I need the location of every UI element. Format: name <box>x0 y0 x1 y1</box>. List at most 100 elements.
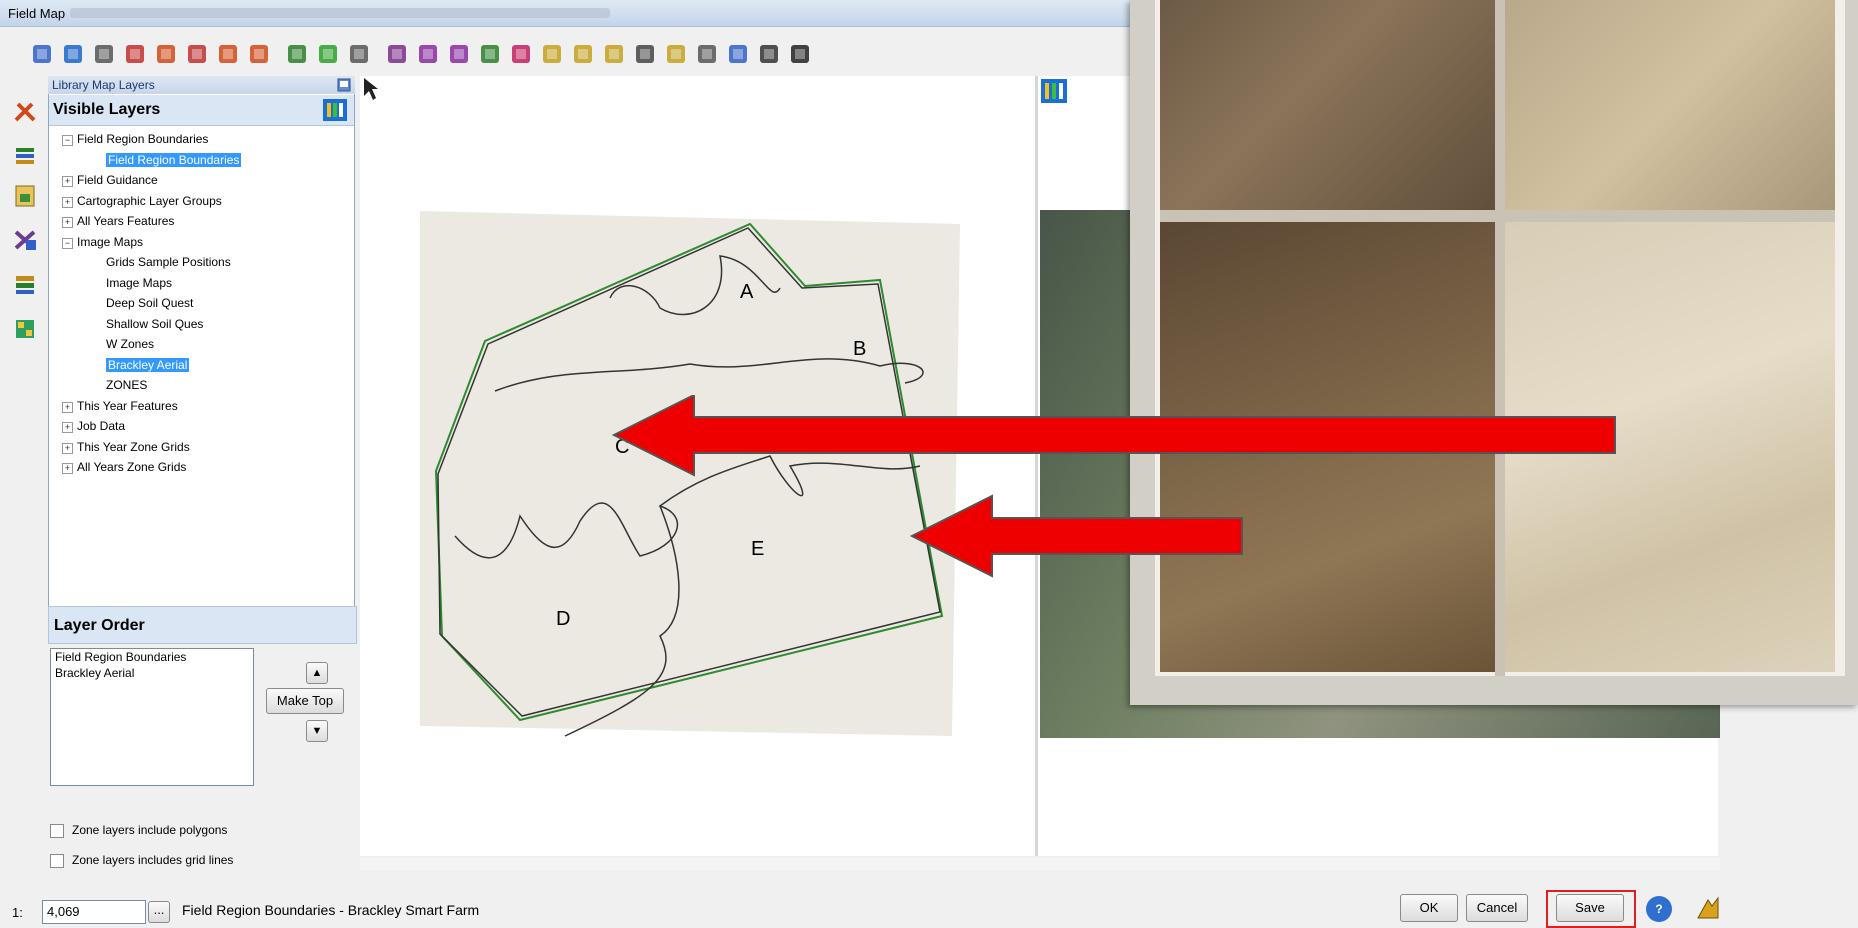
list-item[interactable]: Field Region Boundaries <box>51 649 253 665</box>
fill-icon[interactable] <box>316 42 340 66</box>
collapse-icon[interactable]: − <box>62 135 73 146</box>
print-icon[interactable] <box>92 42 116 66</box>
expand-icon[interactable]: + <box>62 196 73 208</box>
tree-item-label: This Year Zone Grids <box>77 439 190 454</box>
scissors-icon[interactable] <box>12 228 40 252</box>
restore-icon[interactable] <box>337 78 351 92</box>
table-icon[interactable] <box>123 42 147 66</box>
tree-item-label: Field Region Boundaries <box>77 132 209 146</box>
layout-icon[interactable] <box>30 42 54 66</box>
expand-icon[interactable]: + <box>62 217 73 228</box>
expand-icon[interactable]: + <box>62 442 73 454</box>
horizontal-scrollbar[interactable] <box>360 858 1720 870</box>
tree-item-label: Field Region Boundaries <box>106 152 242 167</box>
move-point-icon[interactable] <box>447 42 471 66</box>
tree-item[interactable]: + All Years Zone Grids <box>62 460 186 474</box>
move-up-button[interactable]: ▲ <box>306 662 328 684</box>
wave-tool-icon[interactable] <box>664 42 688 66</box>
zone-grid-lines-checkbox[interactable] <box>50 854 64 868</box>
help-icon[interactable]: ? <box>1646 896 1672 922</box>
user-tool-icon[interactable] <box>602 42 626 66</box>
window-title: Field Map <box>8 6 66 21</box>
tree-item-label: ZONES <box>106 378 148 392</box>
line-tool-icon[interactable] <box>540 42 564 66</box>
scale-input[interactable]: 4,069 <box>42 900 146 924</box>
eraser-icon[interactable] <box>247 42 271 66</box>
collapse-icon[interactable]: − <box>62 237 73 249</box>
exit-icon[interactable] <box>1694 894 1722 922</box>
ok-button[interactable]: OK <box>1400 894 1458 922</box>
zone-polygons-label: Zone layers include polygons <box>72 823 228 837</box>
layer-order-list[interactable]: Field Region Boundaries Brackley Aerial <box>50 648 254 786</box>
visible-layers-header: Visible Layers <box>49 95 354 126</box>
tree-item[interactable]: Image Maps <box>106 276 172 290</box>
target-icon[interactable] <box>385 42 409 66</box>
expand-icon[interactable]: + <box>62 401 73 413</box>
pointer-icon[interactable] <box>788 42 812 66</box>
move-down-button[interactable]: ▼ <box>306 720 328 742</box>
tree-item[interactable]: Grids Sample Positions <box>106 255 231 269</box>
delete-point-icon[interactable] <box>509 42 533 66</box>
tree-item-label: Deep Soil Quest <box>106 296 194 310</box>
tree-item[interactable]: + This Year Features <box>62 399 178 413</box>
map-layer-icon[interactable] <box>285 42 309 66</box>
tree-item[interactable]: − Image Maps <box>62 235 143 249</box>
tree-item[interactable]: Field Region Boundaries <box>106 152 242 167</box>
soil-sample-1 <box>1160 0 1520 210</box>
tree-item[interactable]: Deep Soil Quest <box>106 296 193 310</box>
polygon-tool-icon[interactable] <box>571 42 595 66</box>
check-map-icon[interactable] <box>478 42 502 66</box>
tree-item[interactable]: − Field Region Boundaries <box>62 132 208 146</box>
cancel-button[interactable]: Cancel <box>1466 894 1528 922</box>
tree-item[interactable]: + This Year Zone Grids <box>62 440 190 454</box>
grid-icon[interactable] <box>12 316 40 340</box>
library-header-label: Library Map Layers <box>52 78 155 92</box>
search-zoom-icon[interactable] <box>347 42 371 66</box>
layer-color-icon[interactable] <box>1040 78 1068 104</box>
library-header: Library Map Layers <box>48 76 355 94</box>
pointer-icon[interactable] <box>360 76 380 102</box>
tree-item[interactable]: Shallow Soil Ques <box>106 317 203 331</box>
add-point-icon[interactable] <box>416 42 440 66</box>
expand-icon[interactable]: + <box>62 176 73 187</box>
save-button[interactable]: Save <box>1556 894 1624 922</box>
arrow-overlays <box>611 395 1616 578</box>
zoom-out-icon[interactable] <box>216 42 240 66</box>
stack-icon[interactable] <box>12 272 40 296</box>
layer-color-icon[interactable] <box>322 98 348 122</box>
tree-item[interactable]: + Field Guidance <box>62 173 158 187</box>
scale-picker-button[interactable]: ... <box>148 901 170 923</box>
save-icon[interactable] <box>61 42 85 66</box>
make-top-button[interactable]: Make Top <box>266 688 344 714</box>
tree-item-label: Job Data <box>77 419 126 433</box>
tree-item-label: W Zones <box>106 337 155 351</box>
tree-item[interactable]: ZONES <box>106 378 147 392</box>
tree-item[interactable]: + Job Data <box>62 419 125 433</box>
tree-item[interactable]: W Zones <box>106 337 154 351</box>
document-icon[interactable] <box>12 184 40 208</box>
layer-order-header: Layer Order <box>48 606 357 644</box>
blurred-title-info <box>70 8 610 18</box>
expand-icon[interactable]: + <box>62 422 73 433</box>
tree-item-label: Image Maps <box>77 234 144 249</box>
tray-divider-horizontal <box>1160 210 1495 222</box>
expand-icon[interactable]: + <box>62 463 73 474</box>
tree-item[interactable]: Brackley Aerial <box>106 357 190 372</box>
zoom-in-icon[interactable] <box>185 42 209 66</box>
area-tool-icon[interactable] <box>633 42 657 66</box>
tree-item-label: This Year Features <box>77 398 178 413</box>
tree-item[interactable]: + Cartographic Layer Groups <box>62 194 222 208</box>
zoom-extent-icon[interactable] <box>726 42 750 66</box>
undo-icon[interactable] <box>154 42 178 66</box>
grid-tool-icon[interactable] <box>695 42 719 66</box>
zone-polygons-checkbox[interactable] <box>50 824 64 838</box>
tree-item[interactable]: + All Years Features <box>62 214 174 228</box>
red-arrow-upper <box>611 395 1616 477</box>
tools-icon[interactable] <box>12 100 40 124</box>
hand-tool-icon[interactable] <box>757 42 781 66</box>
list-item[interactable]: Brackley Aerial <box>51 665 253 681</box>
zone-grid-lines-label: Zone layers includes grid lines <box>72 853 234 867</box>
tree-item-label: Shallow Soil Ques <box>106 316 204 331</box>
tree-item-label: Image Maps <box>106 275 173 290</box>
layers-icon[interactable] <box>12 144 40 168</box>
